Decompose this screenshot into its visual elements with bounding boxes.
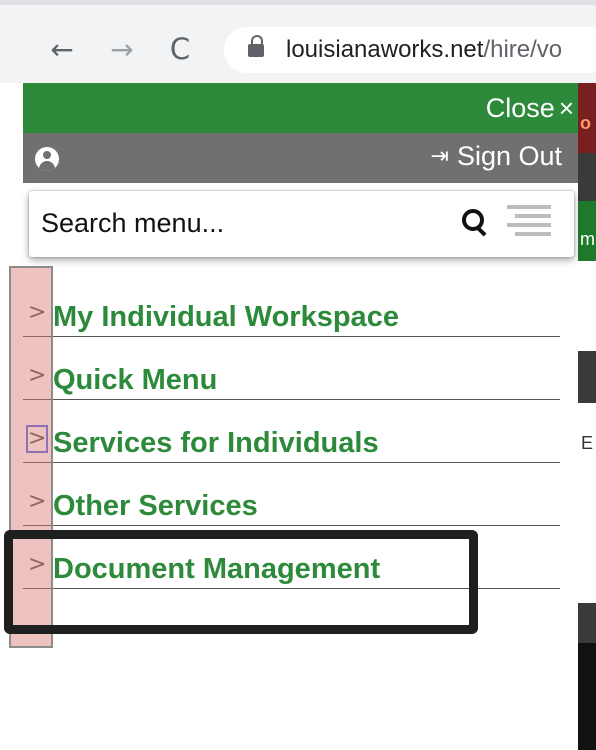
url-path: /hire/vo — [483, 36, 563, 63]
browser-toolbar: ← → C louisianaworks.net/hire/vo — [0, 0, 596, 88]
menu-item-my-individual-workspace[interactable]: > My Individual Workspace — [23, 280, 578, 343]
menu-item-services-for-individuals[interactable]: > Services for Individuals — [23, 406, 578, 469]
menu-item-other-services[interactable]: > Other Services — [23, 469, 578, 532]
search-menu-input[interactable] — [41, 203, 441, 243]
close-icon: × — [558, 92, 574, 123]
close-menu-button[interactable]: Close × — [486, 93, 578, 124]
reload-button[interactable]: C — [162, 31, 198, 67]
close-label: Close — [485, 92, 555, 123]
divider — [23, 399, 560, 400]
user-bar: ⇥ Sign Out — [23, 133, 578, 183]
document-management-highlight-box — [4, 530, 478, 634]
menu-item-label[interactable]: My Individual Workspace — [53, 301, 399, 334]
url-domain: louisianaworks.net — [286, 36, 484, 63]
user-account-icon[interactable] — [35, 147, 59, 171]
address-bar[interactable]: louisianaworks.net/hire/vo — [224, 27, 596, 73]
forward-button[interactable]: → — [104, 31, 140, 67]
menu-item-label[interactable]: Quick Menu — [53, 364, 217, 397]
back-button[interactable]: ← — [44, 31, 80, 67]
url-text: louisianaworks.net/hire/vo — [286, 36, 562, 64]
sign-out-button[interactable]: ⇥ Sign Out — [431, 141, 563, 172]
search-icon[interactable] — [462, 209, 488, 237]
background-page: o m E — [578, 83, 596, 750]
menu-item-label[interactable]: Other Services — [53, 490, 258, 523]
lock-icon[interactable] — [248, 35, 264, 58]
sign-out-label: Sign Out — [456, 141, 562, 171]
divider — [23, 336, 560, 337]
background-text: o — [580, 113, 591, 133]
background-text: m — [580, 229, 595, 249]
search-box — [29, 191, 574, 257]
menu-list-icon[interactable] — [507, 205, 551, 241]
reload-icon: C — [169, 32, 191, 66]
sign-out-icon: ⇥ — [430, 144, 449, 169]
side-menu-panel: Close × ⇥ Sign Out > My Individual Works… — [23, 83, 578, 750]
menu-item-label[interactable]: Services for Individuals — [53, 427, 379, 460]
close-bar: Close × — [23, 83, 578, 133]
arrow-left-icon: ← — [50, 32, 74, 66]
divider — [23, 462, 560, 463]
divider — [23, 525, 560, 526]
arrow-right-icon: → — [110, 32, 134, 66]
background-text: E — [581, 433, 594, 453]
menu-item-quick-menu[interactable]: > Quick Menu — [23, 343, 578, 406]
